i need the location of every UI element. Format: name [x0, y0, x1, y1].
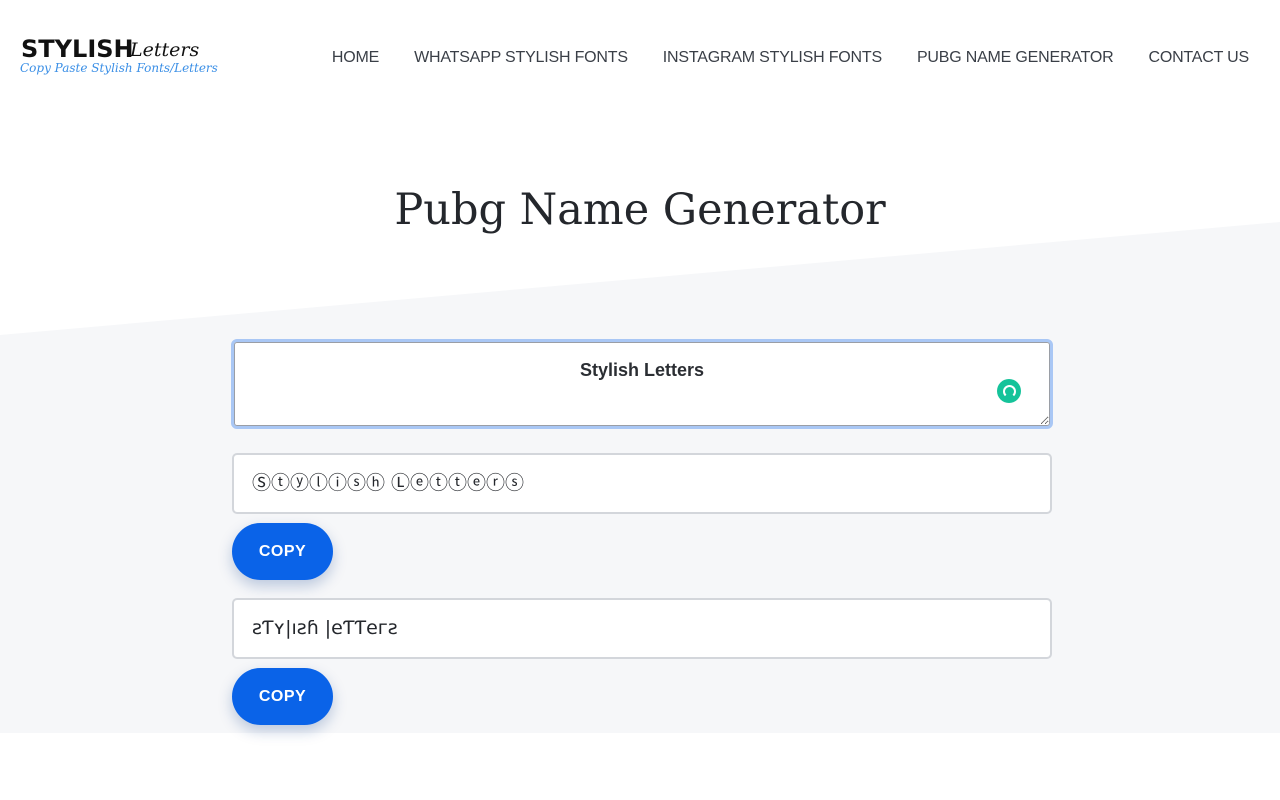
nav-pubg-name-generator[interactable]: PUBG NAME GENERATOR [917, 48, 1114, 68]
copy-button-circled[interactable]: COPY [232, 523, 333, 580]
site-logo[interactable]: STYLISH Letters Copy Paste Stylish Fonts… [20, 35, 218, 82]
nav-home[interactable]: HOME [332, 48, 379, 68]
logo-main-text: STYLISH [21, 35, 134, 63]
grammarly-icon[interactable] [997, 379, 1021, 403]
main-nav: HOME WHATSAPP STYLISH FONTS INSTAGRAM ST… [297, 48, 1249, 68]
nav-whatsapp-stylish-fonts[interactable]: WHATSAPP STYLISH FONTS [414, 48, 628, 68]
result-field-circled[interactable]: Ⓢⓣⓨⓛⓘⓢⓗ Ⓛⓔⓣⓣⓔⓡⓢ [232, 453, 1052, 514]
page-title: Pubg Name Generator [394, 185, 886, 235]
result-field-script[interactable]: ƨƬʏ|ıƨɦ |eƬƬeгƨ [232, 598, 1052, 659]
nav-contact-us[interactable]: CONTACT US [1148, 48, 1249, 68]
logo-script-text: Letters [130, 39, 200, 61]
logo-tagline: Copy Paste Stylish Fonts/Letters [20, 61, 218, 75]
nav-instagram-stylish-fonts[interactable]: INSTAGRAM STYLISH FONTS [663, 48, 882, 68]
text-input[interactable]: Stylish Letters [234, 342, 1050, 426]
site-header: STYLISH Letters Copy Paste Stylish Fonts… [0, 0, 1280, 115]
copy-button-script[interactable]: COPY [232, 668, 333, 725]
text-input-wrapper: Stylish Letters [231, 339, 1053, 429]
